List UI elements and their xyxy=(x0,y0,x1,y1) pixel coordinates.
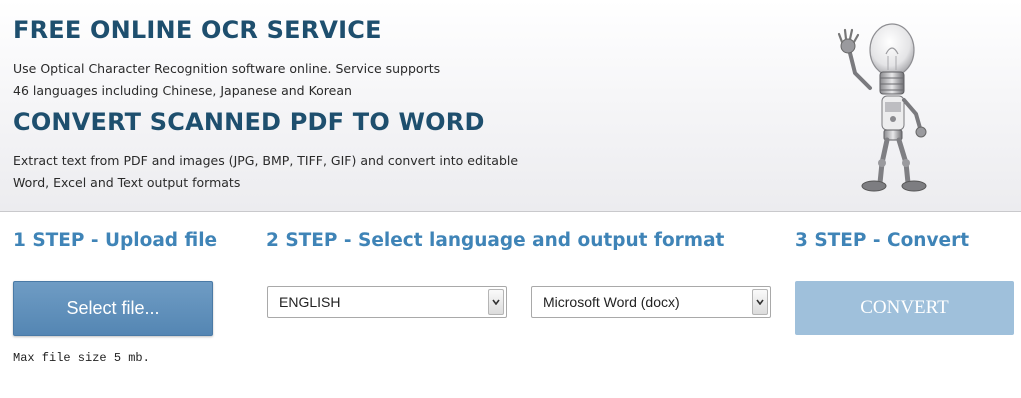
step1-title: 1 STEP - Upload file xyxy=(13,230,218,251)
language-select-value: ENGLISH xyxy=(279,294,341,310)
hero-banner: FREE ONLINE OCR SERVICE Use Optical Char… xyxy=(0,0,1021,212)
hero-description-pdf-line2: Word, Excel and Text output formats xyxy=(13,175,241,190)
max-file-size-note: Max file size 5 mb. xyxy=(13,351,150,365)
hero-title-ocr: FREE ONLINE OCR SERVICE xyxy=(13,16,382,44)
step3-title: 3 STEP - Convert xyxy=(795,230,970,251)
convert-button[interactable]: CONVERT xyxy=(795,281,1014,335)
hero-description-ocr: Use Optical Character Recognition softwa… xyxy=(13,58,573,102)
hero-title-pdf: CONVERT SCANNED PDF TO WORD xyxy=(13,108,485,136)
select-file-button[interactable]: Select file... xyxy=(13,281,213,336)
hero-description-ocr-line2: 46 languages including Chinese, Japanese… xyxy=(13,83,352,98)
output-format-select-value: Microsoft Word (docx) xyxy=(543,294,680,310)
chevron-down-icon[interactable] xyxy=(752,289,768,315)
chevron-down-icon[interactable] xyxy=(488,289,504,315)
lightbulb-robot-icon xyxy=(837,23,927,192)
language-select[interactable]: ENGLISH xyxy=(267,286,507,318)
output-format-select[interactable]: Microsoft Word (docx) xyxy=(531,286,771,318)
hero-description-pdf: Extract text from PDF and images (JPG, B… xyxy=(13,150,573,194)
hero-description-ocr-line1: Use Optical Character Recognition softwa… xyxy=(13,61,441,76)
hero-description-pdf-line1: Extract text from PDF and images (JPG, B… xyxy=(13,153,519,168)
step2-title: 2 STEP - Select language and output form… xyxy=(266,230,725,251)
